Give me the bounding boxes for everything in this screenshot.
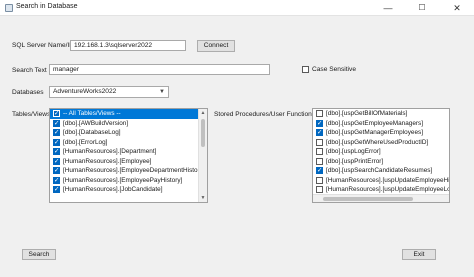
list-item-label: [dbo].[uspGetWhereUsedProductID] <box>326 138 429 146</box>
case-sensitive-checkbox[interactable]: Case Sensitive <box>302 66 356 73</box>
list-item-label: [dbo].[uspGetManagerEmployees] <box>326 129 423 136</box>
checkbox-checked-icon[interactable] <box>53 109 60 119</box>
list-item-label: [dbo].[AWBuildVersion] <box>63 119 129 127</box>
list-item-label: [dbo].[uspLogError] <box>326 148 381 155</box>
database-select[interactable]: AdventureWorks2022 ▼ <box>49 86 169 98</box>
procedures-h-scrollbar[interactable] <box>313 194 449 202</box>
list-item[interactable]: [HumanResources].[JobCandidate] <box>50 185 207 195</box>
list-item[interactable]: [dbo].[uspGetBillOfMaterials] <box>313 109 449 119</box>
app-icon <box>5 4 13 12</box>
checkbox-unchecked-icon[interactable] <box>316 138 323 146</box>
databases-label: Databases <box>12 89 44 96</box>
checkbox-unchecked-icon[interactable] <box>316 148 323 156</box>
list-item[interactable]: [dbo].[uspGetEmployeeManagers] <box>313 119 449 128</box>
checkbox-unchecked-icon[interactable] <box>316 110 323 118</box>
h-scroll-thumb[interactable] <box>323 197 413 201</box>
checkbox-checked-icon[interactable] <box>316 119 323 128</box>
list-item[interactable]: [dbo].[uspGetWhereUsedProductID] <box>313 138 449 148</box>
connect-button[interactable]: Connect <box>197 40 235 52</box>
case-sensitive-label: Case Sensitive <box>312 66 356 73</box>
list-item-label: [dbo].[DatabaseLog] <box>63 129 121 136</box>
list-item[interactable]: [dbo].[ErrorLog] <box>50 138 207 147</box>
list-item[interactable]: [dbo].[DatabaseLog] <box>50 128 207 138</box>
list-item-label: [HumanResources].[Employee] <box>63 157 152 165</box>
checkbox-checked-icon[interactable] <box>53 147 60 157</box>
list-item[interactable]: [HumanResources].[Employee] <box>50 157 207 166</box>
exit-button[interactable]: Exit <box>402 249 436 260</box>
checkbox-checked-icon[interactable] <box>316 166 323 176</box>
tables-views-label: Tables/Views <box>12 111 51 118</box>
checkbox-unchecked-icon[interactable] <box>316 176 323 184</box>
checkbox-checked-icon[interactable] <box>316 128 323 138</box>
maximize-button[interactable]: ☐ <box>405 0 439 16</box>
checkbox-unchecked-icon[interactable] <box>316 157 323 165</box>
list-item-label: -- All Tables/Views -- <box>63 110 121 117</box>
list-item[interactable]: [dbo].[uspLogError] <box>313 147 449 157</box>
checkbox-checked-icon[interactable] <box>53 166 60 176</box>
list-item-label: [dbo].[uspGetBillOfMaterials] <box>326 110 408 117</box>
list-item[interactable]: [dbo].[AWBuildVersion] <box>50 119 207 128</box>
list-item-label: [HumanResources].[Department] <box>63 148 157 155</box>
list-item-label: [HumanResources].[EmployeePayHistory] <box>63 176 183 184</box>
list-item[interactable]: -- All Tables/Views -- <box>50 109 207 119</box>
scroll-up-icon[interactable]: ▲ <box>199 109 207 117</box>
checkbox-unchecked-icon[interactable] <box>316 186 323 194</box>
case-sensitive-box[interactable] <box>302 66 309 73</box>
search-text-input[interactable]: manager <box>49 64 270 75</box>
list-item-label: [dbo].[uspPrintError] <box>326 157 384 165</box>
checkbox-checked-icon[interactable] <box>53 157 60 166</box>
title-bar: Search in Database — ☐ ✕ <box>0 0 474 16</box>
database-selected-value: AdventureWorks2022 <box>53 88 117 95</box>
minimize-button[interactable]: — <box>371 0 405 16</box>
server-input[interactable]: 192.168.1.3\sqlserver2022 <box>70 40 186 51</box>
tables-scrollbar[interactable]: ▲ ▼ <box>198 109 207 202</box>
checkbox-checked-icon[interactable] <box>53 128 60 138</box>
server-label: SQL Server Name/IP <box>12 42 74 49</box>
list-item-label: [HumanResources].[JobCandidate] <box>63 186 163 193</box>
list-item[interactable]: [dbo].[uspGetManagerEmployees] <box>313 128 449 138</box>
close-button[interactable]: ✕ <box>440 0 474 16</box>
list-item-label: [HumanResources].[EmployeeDepartmentHist… <box>63 167 205 174</box>
list-item[interactable]: [HumanResources].[EmployeePayHistory] <box>50 176 207 185</box>
search-text-label: Search Text <box>12 67 47 74</box>
list-item[interactable]: [HumanResources].[EmployeeDepartmentHist… <box>50 166 207 176</box>
tables-views-list[interactable]: -- All Tables/Views -- [dbo].[AWBuildVers… <box>49 108 208 203</box>
scroll-thumb[interactable] <box>201 119 205 147</box>
list-item[interactable]: [dbo].[uspPrintError] <box>313 157 449 167</box>
scroll-down-icon[interactable]: ▼ <box>199 194 207 202</box>
list-item-label: [dbo].[uspSearchCandidateResumes] <box>326 167 433 174</box>
checkbox-checked-icon[interactable] <box>53 185 60 195</box>
list-item-label: [dbo].[ErrorLog] <box>63 138 108 146</box>
list-item-label: [dbo].[uspGetEmployeeManagers] <box>326 119 423 127</box>
list-item-label: [HumanResources].[uspUpdateEmployeeHire <box>326 176 449 184</box>
checkbox-checked-icon[interactable] <box>53 119 60 128</box>
checkbox-checked-icon[interactable] <box>53 138 60 147</box>
chevron-down-icon: ▼ <box>159 89 165 95</box>
procedures-list[interactable]: [dbo].[uspGetBillOfMaterials] [dbo].[uspG… <box>312 108 450 203</box>
procedures-label: Stored Procedures/User Functions <box>214 111 316 118</box>
window-title: Search in Database <box>16 3 78 10</box>
list-item[interactable]: [HumanResources].[uspUpdateEmployeeHire <box>313 176 449 186</box>
checkbox-checked-icon[interactable] <box>53 176 60 185</box>
list-item[interactable]: [HumanResources].[Department] <box>50 147 207 157</box>
list-item[interactable]: [dbo].[uspSearchCandidateResumes] <box>313 166 449 176</box>
search-button[interactable]: Search <box>22 249 56 260</box>
